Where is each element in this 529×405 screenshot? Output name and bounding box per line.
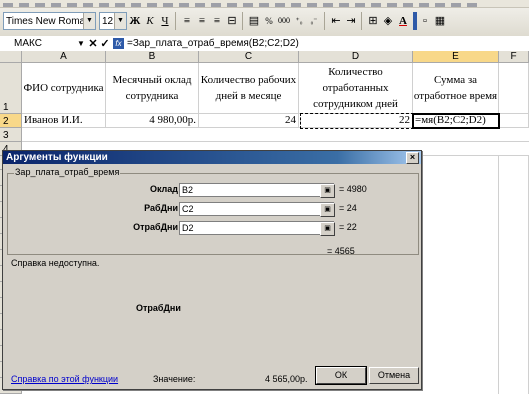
value-label: Значение: [153,374,196,384]
formula-bar: МАКС ▼ ✕ ✓ fx =Зар_плата_отраб_время(B2;… [0,36,529,52]
formula-input[interactable]: =Зар_плата_отраб_время(B2;C2;D2) [127,38,299,49]
insert-function-button[interactable]: fx [113,38,124,49]
borders-icon[interactable]: ⊞ [366,12,380,30]
current-argument-name: ОтрабДни [136,303,181,313]
percent-button[interactable]: % [262,12,276,30]
arg-input-workdays[interactable]: C2 [179,202,334,216]
toolbar-separator [324,12,325,30]
enter-formula-button[interactable]: ✓ [99,37,111,50]
decrease-decimal-icon[interactable]: ₀⁻ [307,12,321,30]
bold-button[interactable]: Ж [128,12,142,30]
collapse-dialog-icon[interactable]: ▣ [320,222,335,236]
cell-F1[interactable] [499,63,529,114]
row-header[interactable]: 2 [0,114,22,128]
row-header[interactable]: 1 [0,63,22,114]
collapse-dialog-icon[interactable]: ▣ [320,184,335,198]
cell-A2[interactable]: Иванов И.И. [22,114,106,128]
thousands-button[interactable]: 000 [277,12,291,30]
italic-button[interactable]: К [143,12,157,30]
dialog-title: Аргументы функции [6,152,108,163]
empty-column-F[interactable] [499,156,529,394]
empty-column-E[interactable] [413,156,499,394]
function-group: Зар_плата_отраб_время Оклад B2 ▣ = 4980 … [7,167,419,255]
cell-C1[interactable]: Количество рабочих дней в месяце [199,63,299,114]
cell-E1[interactable]: Сумма за отработное время [413,63,499,114]
toolbar-separator [361,12,362,30]
arg-result-workdays: = 24 [339,203,357,213]
row-header[interactable]: 3 [0,128,22,142]
font-size-value: 12 [102,15,114,27]
decrease-indent-icon[interactable]: ⇤ [329,12,343,30]
cell-D1[interactable]: Количество отработанных сотрудником дней [299,63,413,114]
dialog-title-bar[interactable]: Аргументы функции × [3,151,421,164]
close-icon[interactable]: × [406,152,419,164]
column-header[interactable]: D [299,51,413,63]
currency-icon[interactable]: ▤ [247,12,261,30]
increase-indent-icon[interactable]: ⇥ [344,12,358,30]
empty-row[interactable] [22,128,529,142]
column-header[interactable]: B [106,51,199,63]
cell-B2[interactable]: 4 980,00р. [106,114,199,128]
function-arguments-dialog: Аргументы функции × Зар_плата_отраб_врем… [2,150,422,390]
font-name-value: Times New Roman [6,15,91,27]
column-header[interactable]: C [199,51,299,63]
formula-result: = 4565 [327,246,355,256]
font-name-select[interactable]: Times New Roman ▼ [3,12,96,30]
arg-result-worked-days: = 22 [339,222,357,232]
help-link[interactable]: Справка по этой функции [11,374,118,384]
cell-C2[interactable]: 24 [199,114,299,128]
function-name: Зар_плата_отраб_время [14,167,121,177]
arg-result-salary: = 4980 [339,184,367,194]
cell-A1[interactable]: ФИО сотрудника [22,63,106,114]
cancel-button[interactable]: Отмена [369,367,419,384]
chevron-down-icon[interactable]: ▼ [114,13,126,29]
fill-color-icon[interactable]: ◈ [381,12,395,30]
underline-button[interactable]: Ч [158,12,172,30]
select-all-corner[interactable] [0,51,22,63]
ok-button[interactable]: ОК [315,366,367,385]
column-header[interactable]: E [413,51,499,63]
cell-F2[interactable] [499,114,529,128]
toolbar-separator [175,12,176,30]
increase-decimal-icon[interactable]: ⁺₀ [292,12,306,30]
cell-D2[interactable]: 22 [299,114,413,128]
column-header[interactable]: A [22,51,106,63]
formatting-toolbar: Times New Roman ▼ 12 ▼ Ж К Ч ≡ ≡ ≡ ⊟ ▤ %… [0,0,529,37]
chevron-down-icon[interactable]: ▼ [83,13,95,29]
standard-toolbar-strip [0,0,529,8]
arg-input-worked-days[interactable]: D2 [179,221,334,235]
cell-E2[interactable]: =мя(B2;C2;D2) [413,114,499,128]
arg-input-salary[interactable]: B2 [179,183,334,197]
column-header[interactable]: F [499,51,529,63]
arg-label-workdays: РабДни [144,203,178,213]
merge-center-icon[interactable]: ⊟ [225,12,239,30]
name-box[interactable]: МАКС [0,37,75,50]
cell-B1[interactable]: Месячный оклад сотрудника [106,63,199,114]
cancel-formula-button[interactable]: ✕ [87,37,99,50]
align-right-icon[interactable]: ≡ [210,12,224,30]
collapse-dialog-icon[interactable]: ▣ [320,203,335,217]
toolbar-options-icon[interactable] [413,12,417,30]
font-size-select[interactable]: 12 ▼ [99,12,127,30]
arg-label-salary: Оклад [149,184,178,194]
help-unavailable-text: Справка недоступна. [11,258,100,268]
toolbar-icon[interactable]: ▦ [433,12,447,30]
toolbar-icon[interactable]: ▫ [418,12,432,30]
align-left-icon[interactable]: ≡ [180,12,194,30]
font-color-icon[interactable]: A [396,12,410,30]
arg-label-worked-days: ОтрабДни [133,222,178,232]
align-center-icon[interactable]: ≡ [195,12,209,30]
toolbar-separator [242,12,243,30]
chevron-down-icon[interactable]: ▼ [75,39,87,48]
function-value: 4 565,00р. [265,374,308,384]
